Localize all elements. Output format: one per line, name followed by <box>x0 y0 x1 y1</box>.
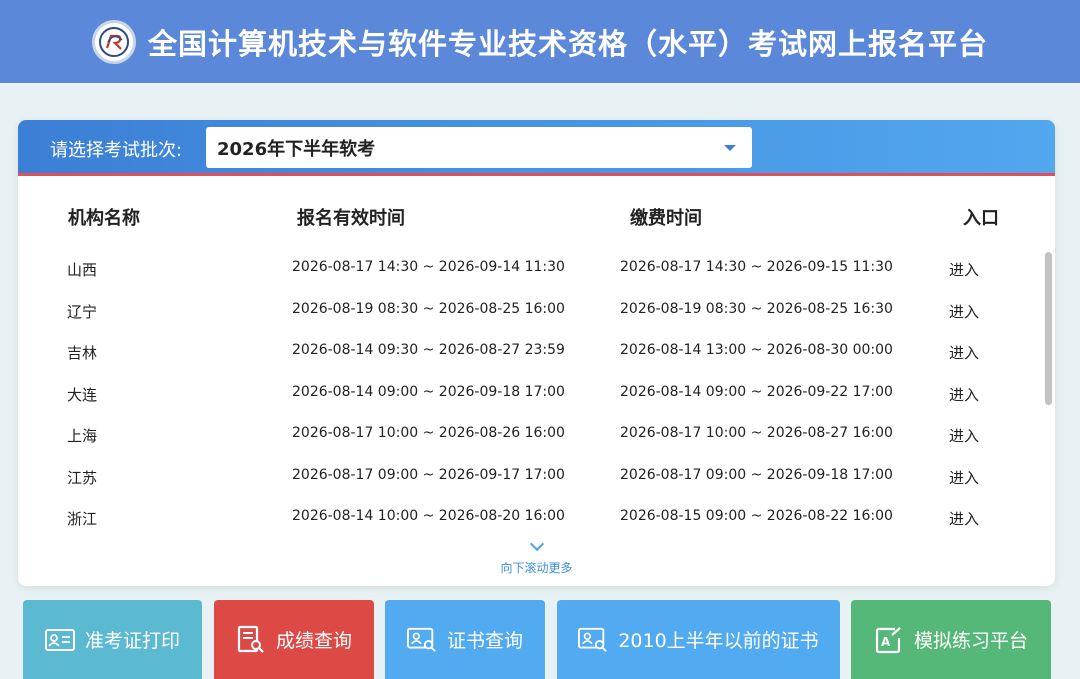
id-card-icon <box>44 627 75 653</box>
registration-time: 2026-08-19 08:30 ~ 2026-08-25 16:00 <box>292 300 565 317</box>
certificate-query-button[interactable]: 证书查询 <box>385 600 545 679</box>
registration-time: 2026-08-14 10:00 ~ 2026-08-20 16:00 <box>292 508 565 524</box>
scroll-thumb[interactable] <box>1045 252 1052 405</box>
payment-time: 2026-08-15 09:00 ~ 2026-08-22 16:00 <box>620 508 893 524</box>
certificate-search-icon <box>578 627 608 653</box>
report-search-icon <box>236 625 266 653</box>
practice-edit-icon: A <box>874 626 904 653</box>
batch-label: 请选择考试批次: <box>50 140 183 161</box>
score-query-label: 成绩查询 <box>275 630 352 652</box>
table-row: 辽宁 2026-08-19 08:30 ~ 2026-08-25 16:00 2… <box>18 293 1038 335</box>
admission-ticket-print-button[interactable]: 准考证打印 <box>23 600 202 679</box>
list-scrollbar[interactable] <box>1041 240 1055 540</box>
payment-time: 2026-08-19 08:30 ~ 2026-08-25 16:30 <box>620 300 893 317</box>
batch-selector-bar: 请选择考试批次: 2026年下半年软考 <box>18 120 1055 176</box>
column-header-institution: 机构名称 <box>68 208 140 229</box>
batch-select[interactable]: 2026年下半年软考 <box>206 127 752 168</box>
practice-platform-button[interactable]: A 模拟练习平台 <box>851 600 1051 679</box>
registration-time: 2026-08-14 09:30 ~ 2026-08-27 23:59 <box>292 342 565 358</box>
table-row: 山西 2026-08-17 14:30 ~ 2026-09-14 11:30 2… <box>18 251 1038 293</box>
scroll-more-text: 向下滚动更多 <box>500 561 573 575</box>
admission-ticket-print-label: 准考证打印 <box>84 630 180 652</box>
enter-link[interactable]: 进入 <box>949 508 979 529</box>
batch-selected-value: 2026年下半年软考 <box>217 138 376 160</box>
table-row: 江苏 2026-08-17 09:00 ~ 2026-09-17 17:00 2… <box>18 459 1038 501</box>
table-row: 吉林 2026-08-14 09:30 ~ 2026-08-27 23:59 2… <box>18 334 1038 376</box>
table-row: 大连 2026-08-14 09:00 ~ 2026-09-18 17:00 2… <box>18 376 1038 418</box>
pre-2010-certificate-label: 2010上半年以前的证书 <box>618 630 819 652</box>
pre-2010-certificate-button[interactable]: 2010上半年以前的证书 <box>557 600 840 679</box>
registration-time: 2026-08-17 10:00 ~ 2026-08-26 16:00 <box>292 425 565 441</box>
institution-name: 上海 <box>67 427 98 445</box>
enter-link[interactable]: 进入 <box>949 425 979 446</box>
certificate-query-label: 证书查询 <box>446 630 523 652</box>
caret-down-icon <box>724 145 736 151</box>
practice-platform-label: 模拟练习平台 <box>913 630 1028 652</box>
table-row: 上海 2026-08-17 10:00 ~ 2026-08-26 16:00 2… <box>18 417 1038 459</box>
payment-time: 2026-08-17 14:30 ~ 2026-09-15 11:30 <box>620 259 893 275</box>
payment-time: 2026-08-17 09:00 ~ 2026-09-18 17:00 <box>620 466 893 483</box>
page-title: 全国计算机技术与软件专业技术资格（水平）考试网上报名平台 <box>147 26 988 61</box>
certificate-search-icon <box>406 627 437 653</box>
institution-name: 辽宁 <box>67 302 98 321</box>
svg-text:A: A <box>881 635 891 649</box>
institution-name: 江苏 <box>67 468 98 487</box>
column-header-payment-time: 缴费时间 <box>630 208 702 229</box>
registration-time: 2026-08-17 14:30 ~ 2026-09-14 11:30 <box>292 259 565 275</box>
column-header-registration-time: 报名有效时间 <box>297 208 405 229</box>
exam-batch-panel: 请选择考试批次: 2026年下半年软考 机构名称 报名有效时间 缴费时间 入口 … <box>18 120 1055 586</box>
scroll-more-hint[interactable]: 向下滚动更多 <box>18 534 1055 586</box>
registration-time: 2026-08-17 09:00 ~ 2026-09-17 17:00 <box>292 466 565 483</box>
institution-name: 大连 <box>67 385 98 404</box>
registration-time: 2026-08-14 09:00 ~ 2026-09-18 17:00 <box>292 383 565 400</box>
institution-name: 山西 <box>67 261 98 279</box>
institution-name: 浙江 <box>67 510 98 528</box>
payment-time: 2026-08-14 09:00 ~ 2026-09-22 17:00 <box>620 383 893 400</box>
payment-time: 2026-08-14 13:00 ~ 2026-08-30 00:00 <box>620 342 893 358</box>
enter-link[interactable]: 进入 <box>949 259 979 280</box>
institution-name: 吉林 <box>67 344 98 362</box>
exam-logo-icon <box>91 19 136 64</box>
score-query-button[interactable]: 成绩查询 <box>214 600 374 679</box>
column-header-entry: 入口 <box>963 208 999 229</box>
enter-link[interactable]: 进入 <box>949 342 979 363</box>
page-header: 全国计算机技术与软件专业技术资格（水平）考试网上报名平台 <box>0 0 1080 83</box>
enter-link[interactable]: 进入 <box>949 384 979 405</box>
institution-list: 山西 2026-08-17 14:30 ~ 2026-09-14 11:30 2… <box>18 251 1038 542</box>
chevron-down-icon <box>529 536 544 552</box>
enter-link[interactable]: 进入 <box>949 467 979 488</box>
payment-time: 2026-08-17 10:00 ~ 2026-08-27 16:00 <box>620 425 893 441</box>
enter-link[interactable]: 进入 <box>949 301 979 322</box>
